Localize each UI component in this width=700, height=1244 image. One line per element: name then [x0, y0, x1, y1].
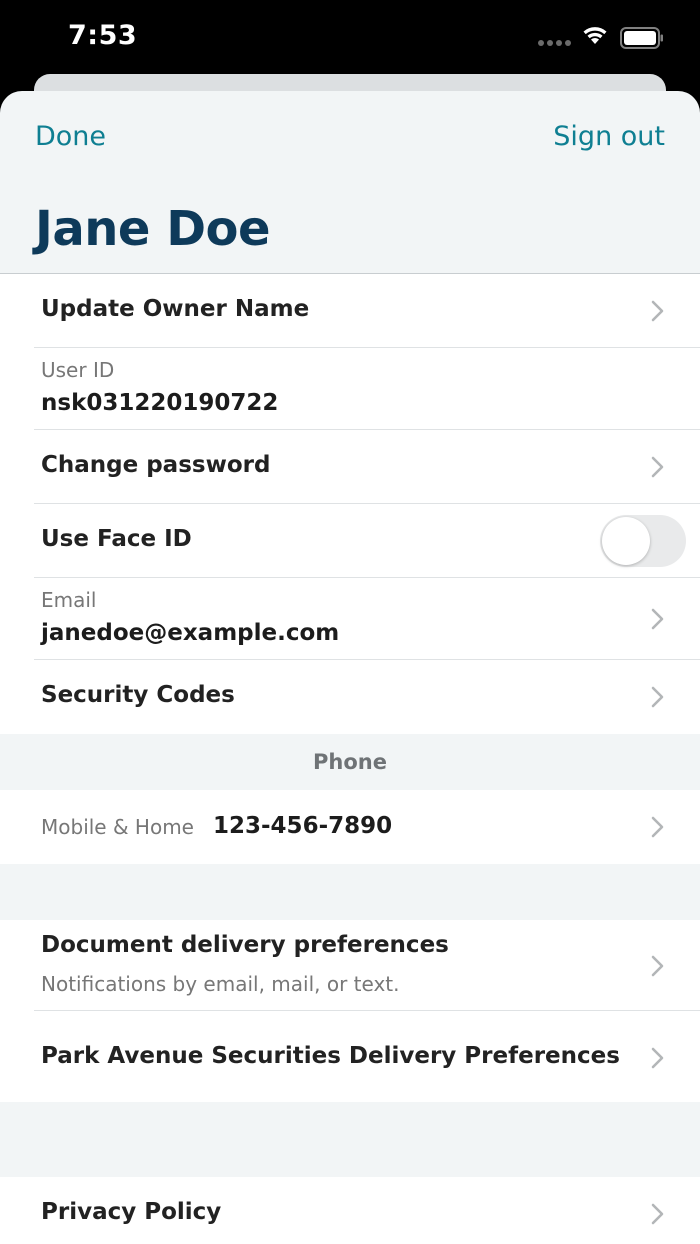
toggle-knob — [602, 517, 650, 565]
delivery-group: Document delivery preferences Notificati… — [0, 920, 700, 1102]
status-time: 7:53 — [68, 20, 138, 51]
document-delivery-label: Document delivery preferences — [41, 932, 449, 958]
privacy-policy-label: Privacy Policy — [41, 1199, 222, 1225]
phone-value: 123-456-7890 — [213, 813, 393, 839]
face-id-toggle[interactable] — [600, 515, 686, 567]
face-id-label: Use Face ID — [41, 526, 192, 552]
security-codes-row[interactable]: Security Codes — [0, 660, 700, 734]
account-group: Update Owner Name User ID nsk03122019072… — [0, 274, 700, 734]
chevron-right-icon — [651, 1203, 664, 1225]
done-button[interactable]: Done — [35, 121, 106, 152]
chevron-right-icon — [651, 456, 664, 478]
face-id-row: Use Face ID — [0, 504, 700, 577]
update-owner-name-row[interactable]: Update Owner Name — [0, 274, 700, 347]
phone-row[interactable]: Mobile & Home 123-456-7890 — [0, 790, 700, 864]
change-password-label: Change password — [41, 452, 271, 478]
legal-group: Privacy Policy — [0, 1177, 700, 1244]
user-id-label: User ID — [41, 358, 115, 382]
update-owner-name-label: Update Owner Name — [41, 296, 310, 322]
chevron-right-icon — [651, 816, 664, 838]
document-delivery-subtitle: Notifications by email, mail, or text. — [41, 972, 400, 996]
user-id-row: User ID nsk031220190722 — [0, 348, 700, 429]
battery-icon — [620, 27, 663, 49]
account-sheet: Done Sign out Jane Doe Update Owner Name… — [0, 91, 700, 1244]
email-row[interactable]: Email janedoe@example.com — [0, 578, 700, 659]
change-password-row[interactable]: Change password — [0, 430, 700, 503]
chevron-right-icon — [651, 955, 664, 977]
user-id-value: nsk031220190722 — [41, 390, 279, 416]
wifi-icon — [583, 27, 607, 44]
email-label: Email — [41, 588, 97, 612]
chevron-right-icon — [651, 608, 664, 630]
page-title: Jane Doe — [35, 201, 271, 257]
park-avenue-delivery-label: Park Avenue Securities Delivery Preferen… — [41, 1043, 620, 1069]
email-value: janedoe@example.com — [41, 620, 340, 646]
phone-section-header: Phone — [313, 750, 387, 774]
phone-label: Mobile & Home — [41, 815, 194, 839]
park-avenue-delivery-row[interactable]: Park Avenue Securities Delivery Preferen… — [0, 1011, 700, 1102]
chevron-right-icon — [651, 300, 664, 322]
privacy-policy-row[interactable]: Privacy Policy — [0, 1177, 700, 1244]
security-codes-label: Security Codes — [41, 682, 235, 708]
chevron-right-icon — [651, 1047, 664, 1069]
sign-out-button[interactable]: Sign out — [553, 121, 665, 152]
phone-group: Mobile & Home 123-456-7890 — [0, 790, 700, 864]
chevron-right-icon — [651, 686, 664, 708]
cellular-signal-icon — [538, 40, 572, 48]
status-bar: 7:53 — [0, 0, 700, 80]
document-delivery-row[interactable]: Document delivery preferences Notificati… — [0, 920, 700, 1010]
